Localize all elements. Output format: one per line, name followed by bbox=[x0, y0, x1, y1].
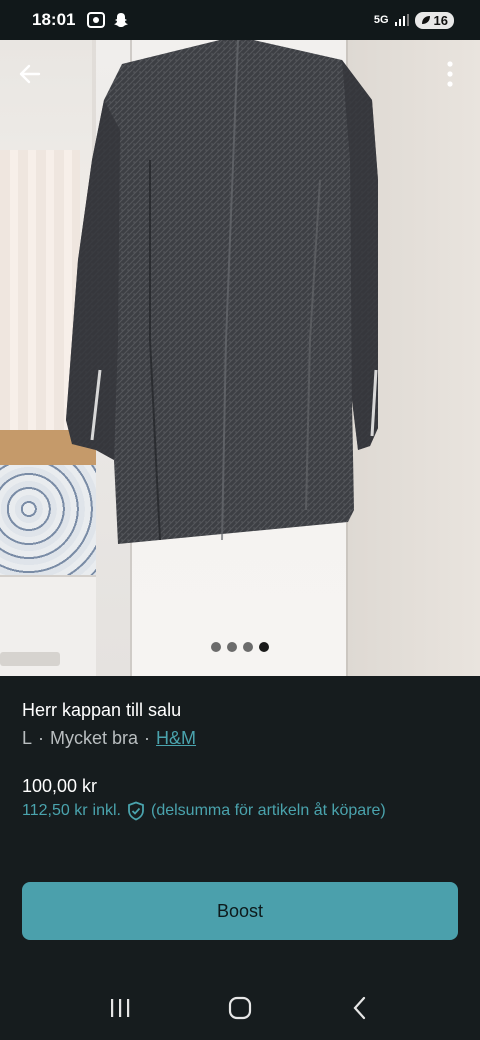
screenshot-icon bbox=[87, 12, 106, 28]
status-bar: 18:01 5G 16 bbox=[0, 0, 480, 40]
incl-note: (delsumma för artikeln åt köpare) bbox=[150, 802, 386, 819]
snapchat-icon bbox=[114, 13, 129, 27]
status-notification-icons bbox=[87, 12, 129, 28]
listing-title: Herr kappan till salu bbox=[22, 700, 182, 720]
size-label: L bbox=[22, 728, 33, 748]
price-incl-value: 112,50 kr bbox=[22, 802, 88, 819]
condition-label: Mycket bra bbox=[50, 728, 139, 748]
carousel-dot[interactable] bbox=[227, 642, 237, 652]
buyer-protection-price[interactable]: 112,50 kr inkl. (delsumma för artikeln å… bbox=[22, 801, 386, 821]
product-photo-carousel[interactable] bbox=[0, 40, 480, 676]
carousel-indicator bbox=[0, 642, 480, 652]
separator: · bbox=[38, 728, 45, 748]
recent-apps-icon bbox=[111, 999, 130, 1017]
coat-image bbox=[66, 40, 378, 544]
recent-apps-button[interactable] bbox=[100, 988, 140, 1028]
battery-saver-icon bbox=[421, 16, 430, 24]
carousel-dot[interactable] bbox=[211, 642, 221, 652]
boost-button[interactable]: Boost bbox=[22, 882, 458, 940]
more-options-button[interactable] bbox=[434, 56, 466, 92]
status-time: 18:01 bbox=[32, 10, 76, 29]
incl-label: inkl. bbox=[92, 802, 121, 819]
brand-link[interactable]: H&M bbox=[156, 728, 196, 749]
carousel-dot-active[interactable] bbox=[259, 642, 269, 652]
signal-icon bbox=[394, 14, 409, 26]
separator: · bbox=[144, 728, 151, 748]
system-nav-bar bbox=[0, 976, 480, 1040]
battery-indicator: 16 bbox=[414, 11, 454, 29]
item-price: 100,00 kr bbox=[22, 776, 98, 796]
home-button[interactable] bbox=[220, 988, 260, 1028]
back-button[interactable] bbox=[12, 56, 48, 92]
network-label: 5G bbox=[373, 14, 389, 26]
more-vert-icon bbox=[447, 61, 453, 87]
status-system-icons: 5G 16 bbox=[373, 11, 454, 29]
chevron-left-icon bbox=[353, 996, 366, 1020]
shield-check-icon bbox=[128, 801, 144, 821]
carousel-dot[interactable] bbox=[243, 642, 253, 652]
battery-level: 16 bbox=[433, 12, 448, 28]
arrow-left-icon bbox=[19, 64, 41, 84]
home-icon bbox=[228, 996, 252, 1020]
listing-meta: L · Mycket bra · H&M bbox=[22, 728, 196, 749]
back-nav-button[interactable] bbox=[340, 988, 380, 1028]
